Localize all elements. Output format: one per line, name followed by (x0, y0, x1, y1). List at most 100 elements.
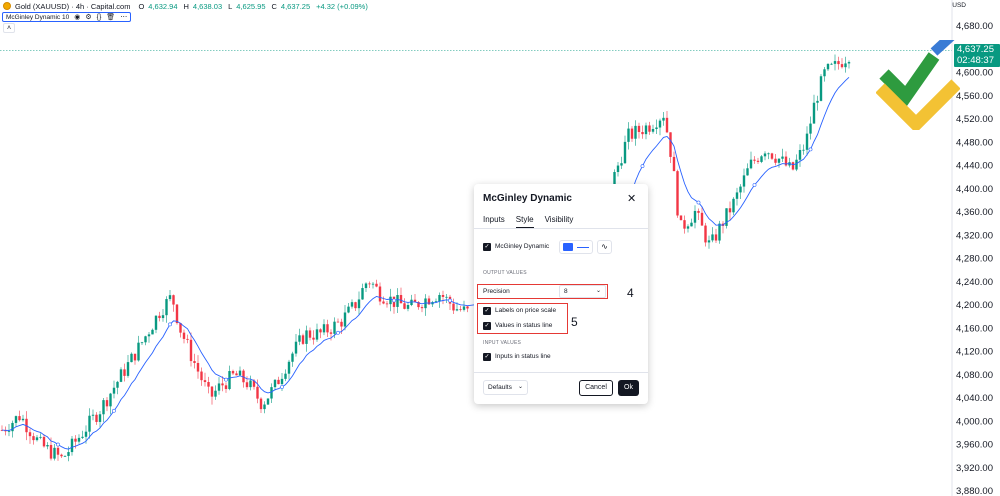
mcginley-dynamic-line (1, 76, 850, 450)
candle-body (123, 369, 126, 376)
indicator-settings-dialog: McGinley Dynamic ✕ Inputs Style Visibili… (474, 184, 648, 404)
candle-body (105, 400, 109, 407)
inputs-in-status-line-checkbox[interactable]: ✓ (483, 353, 491, 361)
candle-body (627, 128, 630, 142)
candle-body (354, 302, 357, 309)
candle-body (144, 336, 147, 343)
candle-body (63, 455, 67, 457)
mcginley-marker (696, 200, 701, 205)
labels-on-price-scale-checkbox[interactable]: ✓ (483, 307, 491, 315)
candle-body (707, 240, 711, 243)
candle-body (774, 158, 777, 163)
candle-body (263, 404, 266, 410)
candle-body (294, 341, 298, 354)
indicator-legend[interactable]: McGinley Dynamic 10 ◉ ⚙ {} 🗑 ⋯ (2, 12, 132, 22)
price-axis-label: 4,040.00 (956, 393, 993, 404)
candle-body (207, 382, 210, 387)
candle-body (245, 382, 249, 388)
eye-icon[interactable]: ◉ (74, 13, 80, 21)
candle-body (357, 299, 361, 309)
high-key: H (183, 1, 189, 11)
mcginley-marker (336, 330, 340, 335)
defaults-dropdown[interactable]: Defaults ⌄ (483, 380, 528, 395)
candle-body (88, 415, 91, 432)
open-value: 4,632.94 (148, 1, 178, 11)
candle-body (634, 125, 637, 139)
plot-checkbox[interactable]: ✓ (483, 243, 491, 251)
candle-body (112, 387, 116, 394)
output-values-header: OUTPUT VALUES (483, 270, 527, 276)
candle-body (175, 304, 179, 324)
candle-body (641, 132, 644, 135)
candle-body (812, 102, 816, 124)
candle-body (42, 436, 46, 447)
values-in-status-line-checkbox[interactable]: ✓ (483, 322, 491, 330)
candle-body (753, 159, 756, 161)
values-in-status-line-label: Values in status line (495, 322, 553, 329)
precision-select[interactable]: 8 ⌄ (559, 285, 606, 298)
indicator-name[interactable]: McGinley Dynamic 10 (6, 14, 69, 21)
candle-body (172, 295, 175, 305)
candle-body (32, 436, 35, 441)
candle-body (312, 337, 315, 340)
low-key: L (228, 1, 233, 11)
candle-body (382, 301, 385, 304)
close-value: 4,637.25 (280, 1, 311, 11)
candle-body (623, 141, 627, 164)
dialog-title: McGinley Dynamic (483, 193, 572, 204)
collapse-legend-button[interactable]: ˄ (3, 23, 15, 33)
tab-style[interactable]: Style (515, 215, 534, 229)
mcginley-marker (752, 183, 757, 187)
candle-body (298, 335, 301, 342)
price-axis-label: 4,320.00 (956, 230, 993, 241)
candle-body (11, 422, 14, 432)
candle-body (620, 163, 623, 166)
candle-body (189, 339, 193, 362)
price-axis-label: 4,360.00 (956, 207, 993, 218)
candle-body (168, 295, 172, 300)
gear-icon[interactable]: ⚙ (85, 13, 91, 21)
close-icon[interactable]: ✕ (627, 192, 636, 205)
candle-body (315, 329, 319, 340)
candle-body (420, 307, 424, 309)
candle-body (767, 153, 770, 155)
chevron-down-icon: ⌄ (517, 384, 523, 390)
candle-body (67, 452, 70, 456)
candle-body (679, 215, 683, 221)
currency-label[interactable]: USD (952, 2, 966, 9)
tab-visibility[interactable]: Visibility (545, 215, 574, 229)
ok-button[interactable]: Ok (618, 380, 639, 396)
candle-body (749, 159, 753, 169)
mcginley-marker (112, 408, 116, 413)
source-code-icon[interactable]: {} (97, 14, 102, 21)
candle-body (644, 125, 648, 135)
candle-body (728, 208, 732, 213)
plot-type-button[interactable]: ∿ (597, 240, 612, 254)
candle-body (819, 76, 823, 101)
candle-body (308, 330, 312, 338)
annotation-number-4: 4 (627, 286, 634, 300)
candle-body (14, 416, 18, 423)
candle-body (704, 225, 707, 243)
candle-body (301, 335, 305, 344)
candle-body (802, 149, 805, 151)
candle-body (53, 447, 56, 459)
cancel-button[interactable]: Cancel (579, 380, 613, 396)
annotation-number-5: 5 (571, 315, 578, 329)
trash-icon[interactable]: 🗑 (106, 13, 115, 21)
candle-body (74, 438, 77, 442)
candle-body (273, 379, 277, 388)
candle-body (378, 286, 382, 302)
candle-body (249, 380, 252, 388)
candle-body (711, 234, 714, 241)
candle-body (805, 133, 809, 150)
candle-body (662, 117, 665, 121)
color-picker-button[interactable] (559, 240, 593, 254)
candle-body (459, 309, 462, 311)
candle-body (837, 61, 840, 65)
tab-inputs[interactable]: Inputs (483, 215, 505, 229)
candle-body (756, 160, 760, 162)
symbol-title[interactable]: Gold (XAUUSD) · 4h · Capital.com (15, 2, 130, 11)
candle-body (81, 436, 84, 438)
more-icon[interactable]: ⋯ (120, 13, 127, 21)
